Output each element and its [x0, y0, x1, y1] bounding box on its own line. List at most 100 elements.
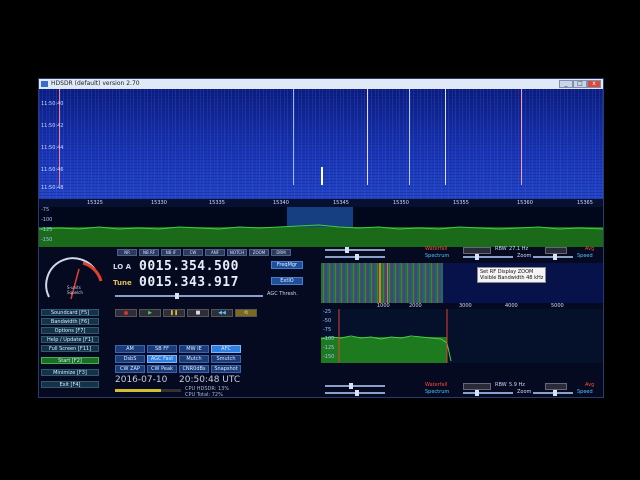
af-waterfall[interactable]	[321, 263, 443, 303]
slider-knob[interactable]	[345, 247, 349, 253]
minimize-app-button[interactable]: Minimize [F3]	[41, 369, 99, 376]
slider-knob[interactable]	[475, 390, 479, 396]
loop-icon: ⟲	[243, 310, 249, 316]
volume-bar[interactable]	[115, 389, 181, 392]
waterfall-time-label: 11:50:48	[41, 185, 64, 191]
stop-icon: ■	[195, 310, 201, 316]
slider-knob[interactable]	[553, 390, 557, 396]
stop-button[interactable]: ■	[187, 309, 209, 317]
af-spectrum-slider[interactable]	[325, 390, 385, 396]
af-spectrum-label: Spectrum	[425, 389, 450, 395]
freq-tick: 15345	[333, 200, 349, 206]
spectrum-db-label: -150	[41, 237, 53, 243]
nb-if-toggle[interactable]: NB IF	[161, 249, 181, 256]
freq-tick: 15360	[517, 200, 533, 206]
af-waterfall-label: Waterfall	[425, 382, 448, 388]
slider-knob[interactable]	[475, 254, 479, 260]
mode-am[interactable]: AM	[115, 345, 145, 353]
af-rbw-select[interactable]	[545, 383, 567, 390]
exit-button[interactable]: Exit [F4]	[41, 381, 99, 388]
loop-button[interactable]: ⟲	[235, 309, 257, 317]
speed-slider[interactable]	[533, 254, 573, 260]
cnr-button[interactable]: CNR0dBs	[179, 365, 209, 373]
af-db-label: -25	[323, 309, 332, 315]
nr-toggle[interactable]: NR	[117, 249, 137, 256]
full-screen-button[interactable]: Full Screen [F11]	[41, 345, 99, 352]
rewind-button[interactable]: ◀◀	[211, 309, 233, 317]
waterfall-slider[interactable]	[325, 247, 385, 253]
waterfall-signal-line	[445, 89, 446, 185]
notch-toggle[interactable]: NOTCH	[227, 249, 247, 256]
af-waterfall-slider[interactable]	[325, 383, 385, 389]
mode-afc[interactable]: AFC	[211, 345, 241, 353]
play-icon: ▶	[148, 310, 152, 316]
zoom-tooltip: Set RF Display ZOOM Visible Bandwidth 48…	[477, 267, 547, 283]
close-button[interactable]: x	[587, 80, 601, 88]
slider-knob[interactable]	[349, 383, 353, 389]
mode-dsbs[interactable]: DsbS	[115, 355, 145, 363]
af-db-label: -75	[323, 327, 332, 333]
nb-rf-toggle[interactable]: NB RF	[139, 249, 159, 256]
mutch-button[interactable]: Mutch	[179, 355, 209, 363]
cw-zap-button[interactable]: CW ZAP	[115, 365, 145, 373]
waterfall-signal-line	[521, 89, 522, 185]
smutch-button[interactable]: Smutch	[211, 355, 241, 363]
af-waterfall-value-box[interactable]	[463, 383, 491, 390]
af-marker-line	[379, 263, 381, 303]
title-bar: HDSDR (default) version 2.70 _ □ x	[39, 79, 603, 89]
agc-fast-button[interactable]: AGC Fast	[147, 355, 177, 363]
bandwidth-button[interactable]: Bandwidth [F6]	[41, 318, 99, 325]
freqmgr-button[interactable]: FreqMgr	[271, 261, 303, 269]
rbw-value: 27.1 Hz	[509, 246, 529, 252]
freq-tick: 15350	[393, 200, 409, 206]
rf-waterfall[interactable]: 11:50:40 11:50:42 11:50:44 11:50:46 11:5…	[39, 89, 603, 199]
play-button[interactable]: ▶	[139, 309, 161, 317]
spectrum-slider[interactable]	[325, 254, 385, 260]
anf-toggle[interactable]: ANF	[205, 249, 225, 256]
af-rbw-label: RBW	[495, 382, 507, 388]
slider-knob[interactable]	[355, 390, 359, 396]
spectrum-db-label: -100	[41, 217, 53, 223]
pause-button[interactable]: ❚❚	[163, 309, 185, 317]
slider-knob[interactable]	[175, 293, 179, 299]
rf-display-controls: Waterfall RBW 27.1 Hz Avg Spectrum Zoom …	[323, 246, 603, 260]
af-db-label: -150	[323, 354, 335, 360]
minimize-button[interactable]: _	[559, 80, 573, 88]
af-db-label: -100	[323, 336, 335, 342]
agc-threshold-slider[interactable]	[115, 293, 263, 299]
af-db-label: -50	[323, 318, 332, 324]
lo-frequency[interactable]: 0015.354.500	[139, 259, 239, 274]
mode-sb-ff[interactable]: SB FF	[147, 345, 177, 353]
rf-spectrum[interactable]: -75 -100 -125 -150	[39, 207, 603, 247]
tune-cursor[interactable]	[321, 167, 323, 185]
slider-knob[interactable]	[553, 254, 557, 260]
options-button[interactable]: Options [F7]	[41, 327, 99, 334]
spectrum-db-label: -75	[41, 207, 50, 213]
cw-peak-button[interactable]: CW Peak	[147, 365, 177, 373]
rewind-icon: ◀◀	[218, 310, 226, 316]
extio-button[interactable]: ExtIO	[271, 277, 303, 285]
help-update-button[interactable]: Help / Update [F1]	[41, 336, 99, 343]
zoom-toggle[interactable]: ZOOM	[249, 249, 269, 256]
maximize-button[interactable]: □	[573, 80, 587, 88]
drm-toggle[interactable]: DRM	[271, 249, 291, 256]
af-spectrum[interactable]: -25 -50 -75 -100 -125 -150	[321, 309, 603, 363]
record-button[interactable]	[115, 309, 137, 317]
af-speed-label: Speed	[577, 389, 593, 395]
slider-knob[interactable]	[355, 254, 359, 260]
zoom-slider[interactable]	[463, 254, 513, 260]
af-speed-slider[interactable]	[533, 390, 573, 396]
cw-toggle[interactable]: CW	[183, 249, 203, 256]
rbw-select[interactable]	[545, 247, 567, 254]
soundcard-button[interactable]: Soundcard [F5]	[41, 309, 99, 316]
af-display-controls: Waterfall RBW 5.9 Hz Avg Spectrum Zoom S…	[323, 382, 603, 396]
mode-mw-ie[interactable]: MW IE	[179, 345, 209, 353]
tune-frequency[interactable]: 0015.343.917	[139, 275, 239, 290]
spectrum-label: Spectrum	[425, 253, 450, 259]
snapshot-button[interactable]: Snapshot	[211, 365, 241, 373]
zoom-label: Zoom	[517, 253, 532, 259]
waterfall-value-box[interactable]	[463, 247, 491, 254]
start-button[interactable]: Start [F2]	[41, 357, 99, 364]
af-spectrum-plot	[321, 309, 452, 363]
af-zoom-slider[interactable]	[463, 390, 513, 396]
